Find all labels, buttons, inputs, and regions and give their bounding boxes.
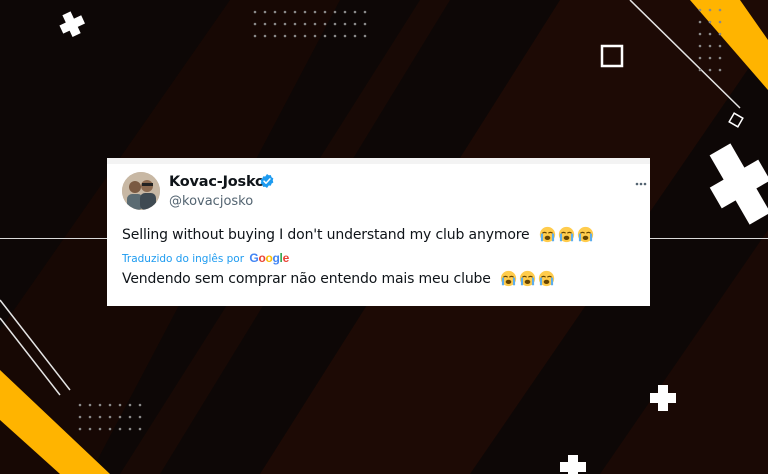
more-options-icon[interactable] [635,182,647,186]
tweet-card[interactable]: Kovac-Josko @kovacjosko Selling without … [107,158,650,306]
avatar[interactable] [122,172,160,210]
crying-emoji-icon [558,226,574,243]
crying-emoji-icon [519,270,536,287]
translated-label: Traduzido do inglês por [122,253,245,265]
emoji-group [537,226,594,244]
tweet-text-translated-content: Vendendo sem comprar não entendo mais me… [122,271,491,287]
user-handle[interactable]: @kovacjosko [169,194,253,209]
tweet-text-translated: Vendendo sem comprar não entendo mais me… [122,270,555,288]
crying-emoji-icon [539,226,555,243]
crying-emoji-icon [577,226,593,243]
verified-badge-icon [260,174,274,188]
crying-emoji-icon [538,270,555,287]
emoji-group [498,270,555,288]
card-top-strip [107,158,650,164]
tweet-text-original: Selling without buying I don't understan… [122,226,594,244]
avatar-image [122,172,160,210]
tweet-text-original-content: Selling without buying I don't understan… [122,227,530,243]
google-logo: Google [249,251,289,265]
display-name[interactable]: Kovac-Josko [169,174,265,190]
translation-attribution[interactable]: Traduzido do inglês por Google [122,251,289,265]
crying-emoji-icon [500,270,517,287]
